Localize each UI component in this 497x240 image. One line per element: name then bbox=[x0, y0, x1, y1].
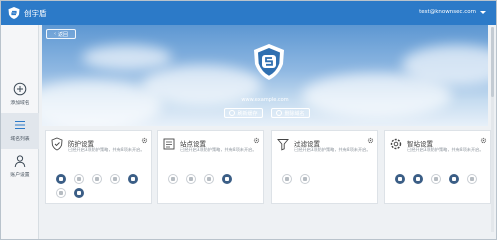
feature-glyph-icon bbox=[285, 177, 289, 181]
feature-toggle-icon[interactable] bbox=[110, 174, 120, 184]
gear-icon[interactable] bbox=[367, 137, 374, 144]
feature-glyph-icon bbox=[207, 177, 211, 181]
card-desc: 已经开启3项防护策略，共有8项未开启。 bbox=[180, 147, 257, 152]
card-protection-settings[interactable]: 防护设置 已经开启3项防护策略，共有8项未开启。 bbox=[45, 130, 152, 204]
feature-glyph-icon bbox=[77, 191, 81, 195]
feature-toggle-icon[interactable] bbox=[222, 174, 232, 184]
sidebar-item-label: 域名列表 bbox=[10, 137, 30, 142]
feature-toggle-icon[interactable] bbox=[74, 174, 84, 184]
feature-toggle-icon[interactable] bbox=[395, 174, 405, 184]
gear-icon[interactable] bbox=[253, 137, 260, 144]
feature-glyph-icon bbox=[131, 177, 135, 181]
delete-domain-button[interactable]: 删除域名 bbox=[271, 108, 310, 118]
plus-circle-icon bbox=[13, 82, 27, 96]
card-smart-site-settings[interactable]: 智站设置 已经开启3项防护策略，共有8项未开启。 bbox=[384, 130, 491, 204]
feature-glyph-icon bbox=[171, 177, 175, 181]
list-icon bbox=[15, 120, 25, 130]
app-name: 创宇盾 bbox=[24, 8, 47, 18]
brand[interactable]: 创宇盾 bbox=[7, 5, 47, 21]
feature-glyph-icon bbox=[59, 191, 63, 195]
user-icon bbox=[14, 155, 26, 168]
feature-glyph-icon bbox=[77, 177, 81, 181]
sidebar-item-label: 账户设置 bbox=[10, 173, 30, 178]
feature-toggle-icon[interactable] bbox=[431, 174, 441, 184]
feature-toggle-icon[interactable] bbox=[168, 174, 178, 184]
filter-icon bbox=[277, 139, 289, 151]
feature-toggle-icon[interactable] bbox=[204, 174, 214, 184]
delete-label: 删除域名 bbox=[284, 110, 305, 117]
feature-toggle-icon[interactable] bbox=[74, 188, 84, 198]
feature-toggle-icon[interactable] bbox=[186, 174, 196, 184]
app-window: 创宇盾 test@knownsec.com 添加域名 域名列表 账户设置 ‹ 返… bbox=[0, 0, 497, 240]
feature-toggle-icon[interactable] bbox=[300, 174, 310, 184]
shield-logo-icon bbox=[254, 44, 284, 80]
card-desc: 已经开启3项防护策略，共有8项未开启。 bbox=[407, 147, 484, 152]
feature-glyph-icon bbox=[189, 177, 193, 181]
toggle-icon-group bbox=[168, 174, 260, 184]
sidebar-item-label: 添加域名 bbox=[10, 101, 30, 106]
feature-glyph-icon bbox=[225, 177, 229, 181]
toggle-icon-group bbox=[395, 174, 487, 184]
toggle-icon-group bbox=[56, 174, 148, 198]
card-site-settings[interactable]: 站点设置 已经开启3项防护策略，共有8项未开启。 bbox=[157, 130, 264, 204]
card-desc: 已经开启3项防护策略，共有8项未开启。 bbox=[294, 147, 371, 152]
refresh-label: 刷新缓存 bbox=[237, 110, 258, 117]
card-filter-settings[interactable]: 过滤设置 已经开启3项防护策略，共有8项未开启。 bbox=[271, 130, 378, 204]
feature-glyph-icon bbox=[434, 177, 438, 181]
back-label: 返回 bbox=[57, 31, 68, 38]
feature-glyph-icon bbox=[95, 177, 99, 181]
feature-toggle-icon[interactable] bbox=[449, 174, 459, 184]
refresh-cache-button[interactable]: 刷新缓存 bbox=[224, 108, 263, 118]
sidebar: 添加域名 域名列表 账户设置 bbox=[1, 25, 39, 239]
toggle-icon-group bbox=[282, 174, 374, 184]
feature-toggle-icon[interactable] bbox=[413, 174, 423, 184]
feature-toggle-icon[interactable] bbox=[467, 174, 477, 184]
sidebar-item-domain-list[interactable]: 域名列表 bbox=[1, 113, 39, 149]
domain-name: www.example.com bbox=[241, 97, 289, 103]
gear-icon[interactable] bbox=[480, 137, 487, 144]
top-bar: 创宇盾 test@knownsec.com bbox=[1, 1, 496, 25]
vertical-scrollbar[interactable] bbox=[491, 27, 494, 232]
scrollbar-thumb[interactable] bbox=[491, 27, 494, 97]
shield-logo-icon bbox=[8, 7, 20, 19]
shield-icon bbox=[51, 137, 63, 151]
gear-icon bbox=[390, 138, 402, 150]
user-email[interactable]: test@knownsec.com bbox=[419, 9, 476, 15]
domain-hero-banner: ‹ 返回 www.example.com 刷新缓存 删除域名 bbox=[42, 25, 488, 126]
sidebar-item-add-domain[interactable]: 添加域名 bbox=[1, 77, 39, 113]
feature-toggle-icon[interactable] bbox=[128, 174, 138, 184]
sidebar-item-account-settings[interactable]: 账户设置 bbox=[1, 149, 39, 185]
feature-toggle-icon[interactable] bbox=[56, 174, 66, 184]
feature-toggle-icon[interactable] bbox=[92, 174, 102, 184]
feature-glyph-icon bbox=[398, 177, 402, 181]
feature-glyph-icon bbox=[452, 177, 456, 181]
chevron-down-icon[interactable] bbox=[480, 11, 486, 14]
feature-glyph-icon bbox=[59, 177, 63, 181]
feature-toggle-icon[interactable] bbox=[282, 174, 292, 184]
feature-glyph-icon bbox=[470, 177, 474, 181]
site-icon bbox=[163, 138, 175, 150]
delete-icon bbox=[276, 110, 283, 116]
gear-icon[interactable] bbox=[141, 137, 148, 144]
feature-glyph-icon bbox=[303, 177, 307, 181]
content-footer-space bbox=[42, 206, 488, 236]
feature-toggle-icon[interactable] bbox=[56, 188, 66, 198]
feature-glyph-icon bbox=[113, 177, 117, 181]
back-button[interactable]: ‹ 返回 bbox=[46, 29, 76, 39]
card-desc: 已经开启3项防护策略，共有8项未开启。 bbox=[68, 147, 145, 152]
chevron-left-icon: ‹ bbox=[53, 31, 56, 37]
refresh-icon bbox=[229, 110, 236, 116]
feature-glyph-icon bbox=[416, 177, 420, 181]
